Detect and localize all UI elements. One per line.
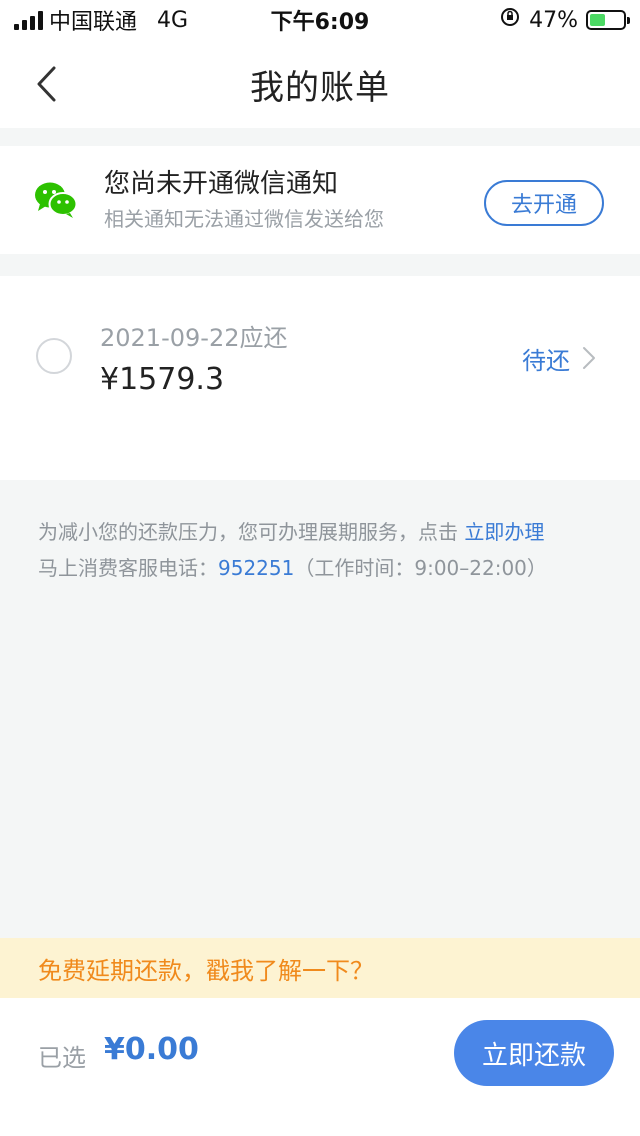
network-label: 4G <box>157 7 189 33</box>
service-phone-line: 马上消费客服电话：952251（工作时间：9:00–22:00） <box>38 550 618 586</box>
signal-icon <box>14 10 43 30</box>
wechat-notice-title: 您尚未开通微信通知 <box>104 169 339 199</box>
status-left: 中国联通 4G <box>14 4 188 36</box>
carrier-label: 中国联通 <box>49 10 138 35</box>
battery-icon <box>586 10 630 30</box>
promo-banner[interactable]: 免费延期还款，戳我了解一下？ <box>0 938 640 998</box>
checkout-bar: 已选 ¥0.00 立即还款 <box>0 998 640 1136</box>
battery-percent: 47% <box>529 7 578 33</box>
wechat-icon <box>34 180 78 220</box>
chevron-left-icon <box>37 66 56 102</box>
service-phone-label: 马上消费客服电话： <box>38 556 218 580</box>
orientation-lock-icon <box>499 6 521 34</box>
page-title: 我的账单 <box>250 67 390 108</box>
service-phone-link[interactable]: 952251 <box>218 556 294 580</box>
nav-bar: 我的账单 <box>0 40 640 128</box>
battery-fill <box>590 14 606 26</box>
enable-wechat-button[interactable]: 去开通 <box>484 180 604 226</box>
apply-now-link[interactable]: 立即办理 <box>464 520 544 544</box>
status-bar: 中国联通 4G 下午6:09 47% <box>0 0 640 40</box>
service-hours: （工作时间：9:00–22:00） <box>294 556 547 580</box>
wechat-notice-subtitle: 相关通知无法通过微信发送给您 <box>104 207 384 231</box>
pay-now-button[interactable]: 立即还款 <box>454 1020 614 1086</box>
bill-status-label: 待还 <box>522 346 570 375</box>
bill-select-radio[interactable] <box>36 338 72 374</box>
selected-label: 已选 <box>38 1044 86 1072</box>
back-button[interactable] <box>24 60 68 108</box>
wechat-notice-text: 您尚未开通微信通知 相关通知无法通过微信发送给您 <box>104 166 384 236</box>
bill-due-date: 2021-09-22应还 <box>100 324 288 352</box>
selected-amount: ¥0.00 <box>104 1032 199 1067</box>
bill-amount: ¥1579.3 <box>100 362 225 397</box>
status-right: 47% <box>499 6 630 34</box>
bill-card[interactable]: 2021-09-22应还 ¥1579.3 待还 <box>0 276 640 480</box>
chevron-right-icon <box>583 347 595 369</box>
extension-info-line: 为减小您的还款压力，您可办理展期服务，点击 立即办理 <box>38 514 618 550</box>
bill-status-link[interactable]: 待还 <box>522 338 596 378</box>
extension-info-text: 为减小您的还款压力，您可办理展期服务，点击 <box>38 520 458 544</box>
extension-info: 为减小您的还款压力，您可办理展期服务，点击 立即办理 马上消费客服电话：9522… <box>38 514 618 586</box>
